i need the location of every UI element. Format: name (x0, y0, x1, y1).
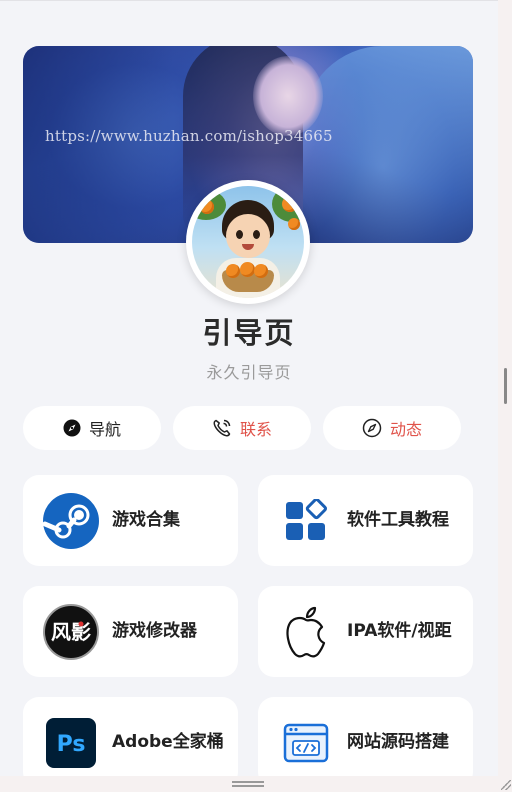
vertical-scrollbar[interactable] (498, 0, 512, 792)
apple-icon (278, 604, 334, 660)
card-label: Adobe全家桶 (112, 732, 224, 752)
resize-grip-icon[interactable] (501, 780, 511, 790)
page-title: 引导页 (202, 316, 296, 350)
nav-button[interactable]: 导航 (23, 406, 161, 450)
compass-filled-icon (63, 419, 81, 437)
photoshop-icon: Ps (43, 715, 99, 771)
news-button-label: 动态 (389, 420, 422, 439)
card-adobe-suite[interactable]: Ps Adobe全家桶 (23, 697, 238, 788)
card-ipa-software[interactable]: IPA软件/视距 (258, 586, 473, 677)
nav-button-label: 导航 (88, 420, 121, 439)
contact-button-label: 联系 (239, 420, 272, 439)
card-game-trainer[interactable]: 风影 游戏修改器 (23, 586, 238, 677)
card-label: IPA软件/视距 (347, 621, 452, 641)
page: https://www.huzhan.com/ishop34665 引导页 永久… (0, 0, 498, 788)
avatar (186, 180, 310, 304)
card-label: 游戏修改器 (112, 621, 197, 641)
code-window-icon (278, 715, 334, 771)
card-website-source[interactable]: 网站源码搭建 (258, 697, 473, 788)
card-game-collection[interactable]: 游戏合集 (23, 475, 238, 566)
drag-handle-icon[interactable] (232, 781, 264, 787)
banner-watermark: https://www.huzhan.com/ishop34665 (45, 127, 333, 145)
scrollbar-thumb[interactable] (504, 368, 507, 404)
steam-icon (43, 493, 99, 549)
banner-face (253, 56, 323, 136)
page-subtitle: 永久引导页 (206, 363, 292, 382)
svg-text:风影: 风影 (51, 620, 91, 644)
svg-text:Ps: Ps (57, 732, 86, 757)
fengying-logo-icon: 风影 (43, 604, 99, 660)
compass-outline-icon (362, 418, 382, 438)
news-button[interactable]: 动态 (323, 406, 461, 450)
contact-button[interactable]: 联系 (173, 406, 311, 450)
card-label: 网站源码搭建 (347, 732, 449, 752)
phone-call-icon (212, 418, 232, 438)
card-label: 游戏合集 (112, 510, 180, 530)
bottom-drag-bar[interactable] (0, 776, 498, 792)
card-label: 软件工具教程 (347, 510, 449, 530)
apps-grid-icon (278, 493, 334, 549)
card-software-tutorials[interactable]: 软件工具教程 (258, 475, 473, 566)
